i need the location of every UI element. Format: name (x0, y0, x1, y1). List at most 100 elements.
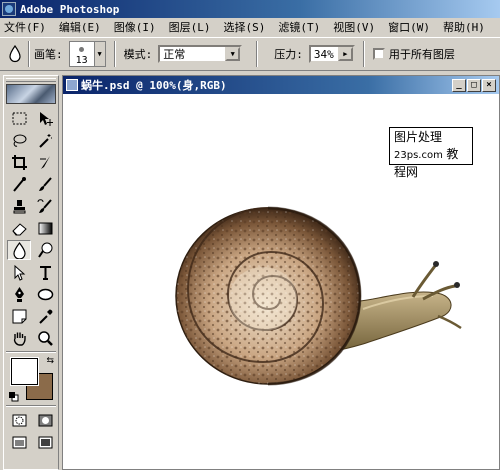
stamp-icon (13, 199, 25, 213)
menu-filter[interactable]: 滤镜(T) (278, 19, 320, 35)
menu-file[interactable]: 文件(F) (4, 19, 46, 35)
crop-tool[interactable] (7, 152, 31, 172)
marquee-tool[interactable] (7, 108, 31, 128)
toolbox: ⇆ (3, 75, 59, 470)
options-divider (256, 41, 259, 67)
eraser-tool[interactable] (7, 218, 31, 238)
tool-grid (4, 108, 58, 348)
shape-tool[interactable] (33, 284, 57, 304)
history-brush-tool[interactable] (33, 196, 57, 216)
brush-preset-preview[interactable]: 13 (68, 41, 95, 67)
options-divider (28, 41, 30, 67)
zoom-icon (37, 330, 53, 346)
standard-mode-button[interactable] (7, 410, 31, 430)
chevron-right-icon: ▶ (337, 47, 353, 61)
swap-colors-icon[interactable]: ⇆ (46, 356, 54, 366)
slice-tool[interactable] (33, 152, 57, 172)
snail-image (175, 206, 462, 386)
lasso-tool[interactable] (7, 130, 31, 150)
color-swatches: ⇆ (8, 356, 56, 402)
menu-window[interactable]: 窗口(W) (388, 19, 430, 35)
menu-layer[interactable]: 图层(L) (169, 19, 211, 35)
gradient-icon (38, 222, 52, 234)
screen-mode-standard[interactable] (7, 432, 31, 452)
magic-wand-icon (38, 133, 52, 148)
brush-picker-dropdown[interactable]: ▼ (94, 41, 106, 67)
path-select-icon (14, 264, 25, 281)
notes-icon (12, 309, 26, 323)
move-tool[interactable] (33, 108, 57, 128)
path-selection-tool[interactable] (7, 262, 31, 282)
chevron-down-icon: ▼ (97, 50, 102, 58)
app-title-bar: Adobe Photoshop (0, 0, 500, 18)
hand-tool[interactable] (7, 328, 31, 348)
blur-icon (12, 241, 26, 259)
history-brush-icon (37, 198, 52, 213)
default-colors-icon[interactable] (9, 392, 19, 402)
dodge-icon (37, 242, 52, 258)
blur-drop-icon (9, 45, 21, 63)
image-canvas[interactable]: 图片处理 23ps.com 教程网 (63, 94, 499, 469)
app-title: Adobe Photoshop (20, 2, 120, 16)
quick-mask-icon (38, 414, 52, 426)
type-icon (39, 265, 51, 280)
mode-select-value: 正常 (163, 48, 186, 61)
current-tool-preset[interactable] (6, 45, 24, 63)
ellipse-shape-icon (37, 288, 53, 300)
hand-icon (13, 332, 26, 346)
menu-select[interactable]: 选择(S) (224, 19, 266, 35)
gradient-tool[interactable] (33, 218, 57, 238)
pen-tool[interactable] (7, 284, 31, 304)
screen-mode-icon (12, 436, 26, 448)
crop-icon (11, 154, 27, 170)
minimize-button[interactable]: _ (452, 78, 466, 92)
mode-buttons (4, 410, 58, 452)
window-buttons: _ □ × (452, 78, 496, 92)
marquee-icon (12, 112, 26, 124)
dodge-tool[interactable] (33, 240, 57, 260)
brush-tool[interactable] (33, 174, 57, 194)
zoom-tool[interactable] (33, 328, 57, 348)
slice-icon (39, 155, 50, 169)
photoshop-logo[interactable] (6, 84, 56, 104)
notes-tool[interactable] (7, 306, 31, 326)
move-icon (39, 111, 53, 126)
close-button[interactable]: × (482, 78, 496, 92)
pressure-input[interactable]: 34% ▶ (308, 45, 355, 63)
chevron-down-icon: ▼ (225, 47, 241, 61)
all-layers-checkbox[interactable] (372, 48, 385, 60)
mode-label: 模式: (123, 48, 153, 61)
document-icon (66, 79, 78, 91)
healing-brush-tool[interactable] (7, 174, 31, 194)
eyedropper-icon (38, 309, 52, 324)
toolbox-divider (6, 351, 56, 353)
toolbox-grip[interactable] (6, 78, 56, 82)
options-divider (113, 41, 116, 67)
pen-icon (14, 286, 24, 302)
foreground-color-swatch[interactable] (10, 357, 39, 386)
menu-edit[interactable]: 编辑(E) (59, 19, 101, 35)
lasso-icon (13, 134, 26, 147)
eraser-icon (11, 222, 27, 235)
menu-view[interactable]: 视图(V) (333, 19, 375, 35)
menu-bar: 文件(F) 编辑(E) 图像(I) 图层(L) 选择(S) 滤镜(T) 视图(V… (0, 18, 500, 36)
type-tool[interactable] (33, 262, 57, 282)
document-window: 蜗牛.psd @ 100%(身,RGB) _ □ × 图片处理 23ps.com… (62, 75, 500, 470)
menu-help[interactable]: 帮助(H) (443, 19, 485, 35)
document-title-bar[interactable]: 蜗牛.psd @ 100%(身,RGB) _ □ × (63, 76, 499, 94)
brush-icon (38, 176, 52, 191)
menu-image[interactable]: 图像(I) (114, 19, 156, 35)
document-title: 蜗牛.psd @ 100%(身,RGB) (81, 79, 227, 92)
maximize-button[interactable]: □ (467, 78, 481, 92)
brush-size-value: 13 (75, 55, 88, 66)
mode-select[interactable]: 正常 ▼ (158, 45, 243, 63)
photoshop-app-icon[interactable] (2, 2, 16, 16)
eyedropper-tool[interactable] (33, 306, 57, 326)
options-bar: 画笔: 13 ▼ 模式: 正常 ▼ 压力: 34% ▶ 用于所有图层 (0, 37, 500, 71)
clone-stamp-tool[interactable] (7, 196, 31, 216)
screen-mode-full[interactable] (33, 432, 57, 452)
magic-wand-tool[interactable] (33, 130, 57, 150)
blur-tool[interactable] (7, 240, 31, 260)
quick-mask-button[interactable] (33, 410, 57, 430)
brush-label: 画笔: (34, 48, 63, 61)
